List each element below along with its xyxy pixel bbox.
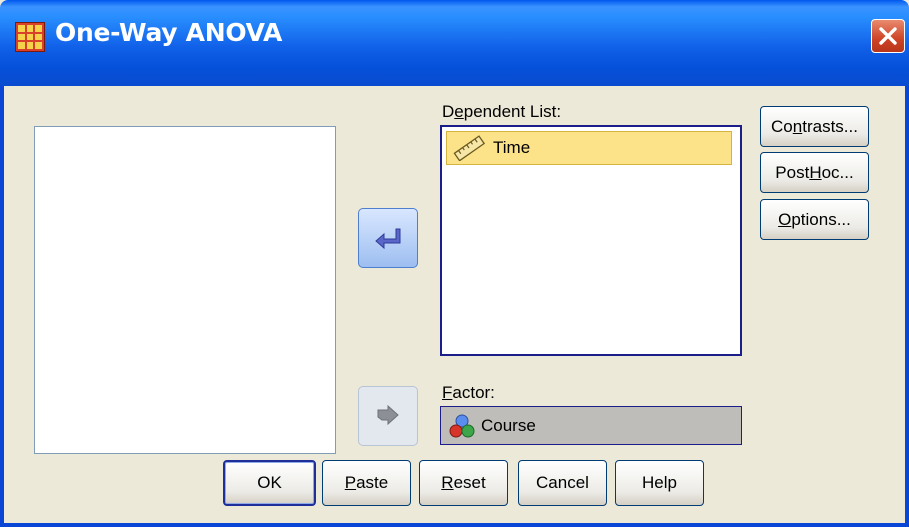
factor-item-course[interactable]: Course	[443, 409, 536, 442]
factor-label: Factor:	[442, 383, 495, 402]
move-to-factor-button[interactable]	[358, 386, 418, 446]
move-to-dependent-button[interactable]	[358, 208, 418, 268]
source-variable-list[interactable]	[34, 126, 336, 454]
ok-button[interactable]: OK	[223, 460, 316, 506]
spss-app-icon	[15, 22, 45, 52]
post-hoc-button[interactable]: Post Hoc...	[760, 152, 869, 193]
close-button[interactable]	[871, 19, 905, 53]
nominal-variable-icon	[449, 414, 475, 437]
arrow-left-icon	[375, 228, 401, 250]
options-button[interactable]: Options...	[760, 199, 869, 240]
contrasts-button[interactable]: Co n trasts...	[760, 106, 869, 147]
reset-button[interactable]: Reset	[419, 460, 508, 506]
cancel-button[interactable]: Cancel	[518, 460, 607, 506]
paste-button[interactable]: Paste	[322, 460, 411, 506]
close-icon	[879, 27, 897, 45]
one-way-anova-dialog: One-Way ANOVA Dependent List: Time Facto…	[0, 0, 909, 527]
window-title: One-Way ANOVA	[55, 18, 282, 47]
dependent-item-label: Time	[493, 138, 531, 157]
window-border-right	[905, 86, 909, 527]
title-bar[interactable]: One-Way ANOVA	[0, 0, 909, 86]
help-button[interactable]: Help	[615, 460, 704, 506]
window-border-bottom	[0, 523, 909, 527]
factor-field[interactable]: Course	[440, 406, 742, 445]
dependent-list-label: Dependent List:	[442, 102, 562, 121]
dependent-list[interactable]: Time	[440, 125, 742, 356]
window-border-left	[0, 86, 4, 527]
factor-item-label: Course	[481, 415, 536, 435]
arrow-right-icon	[377, 404, 399, 426]
ruler-icon	[453, 135, 486, 161]
dependent-list-item-time[interactable]: Time	[446, 131, 732, 165]
